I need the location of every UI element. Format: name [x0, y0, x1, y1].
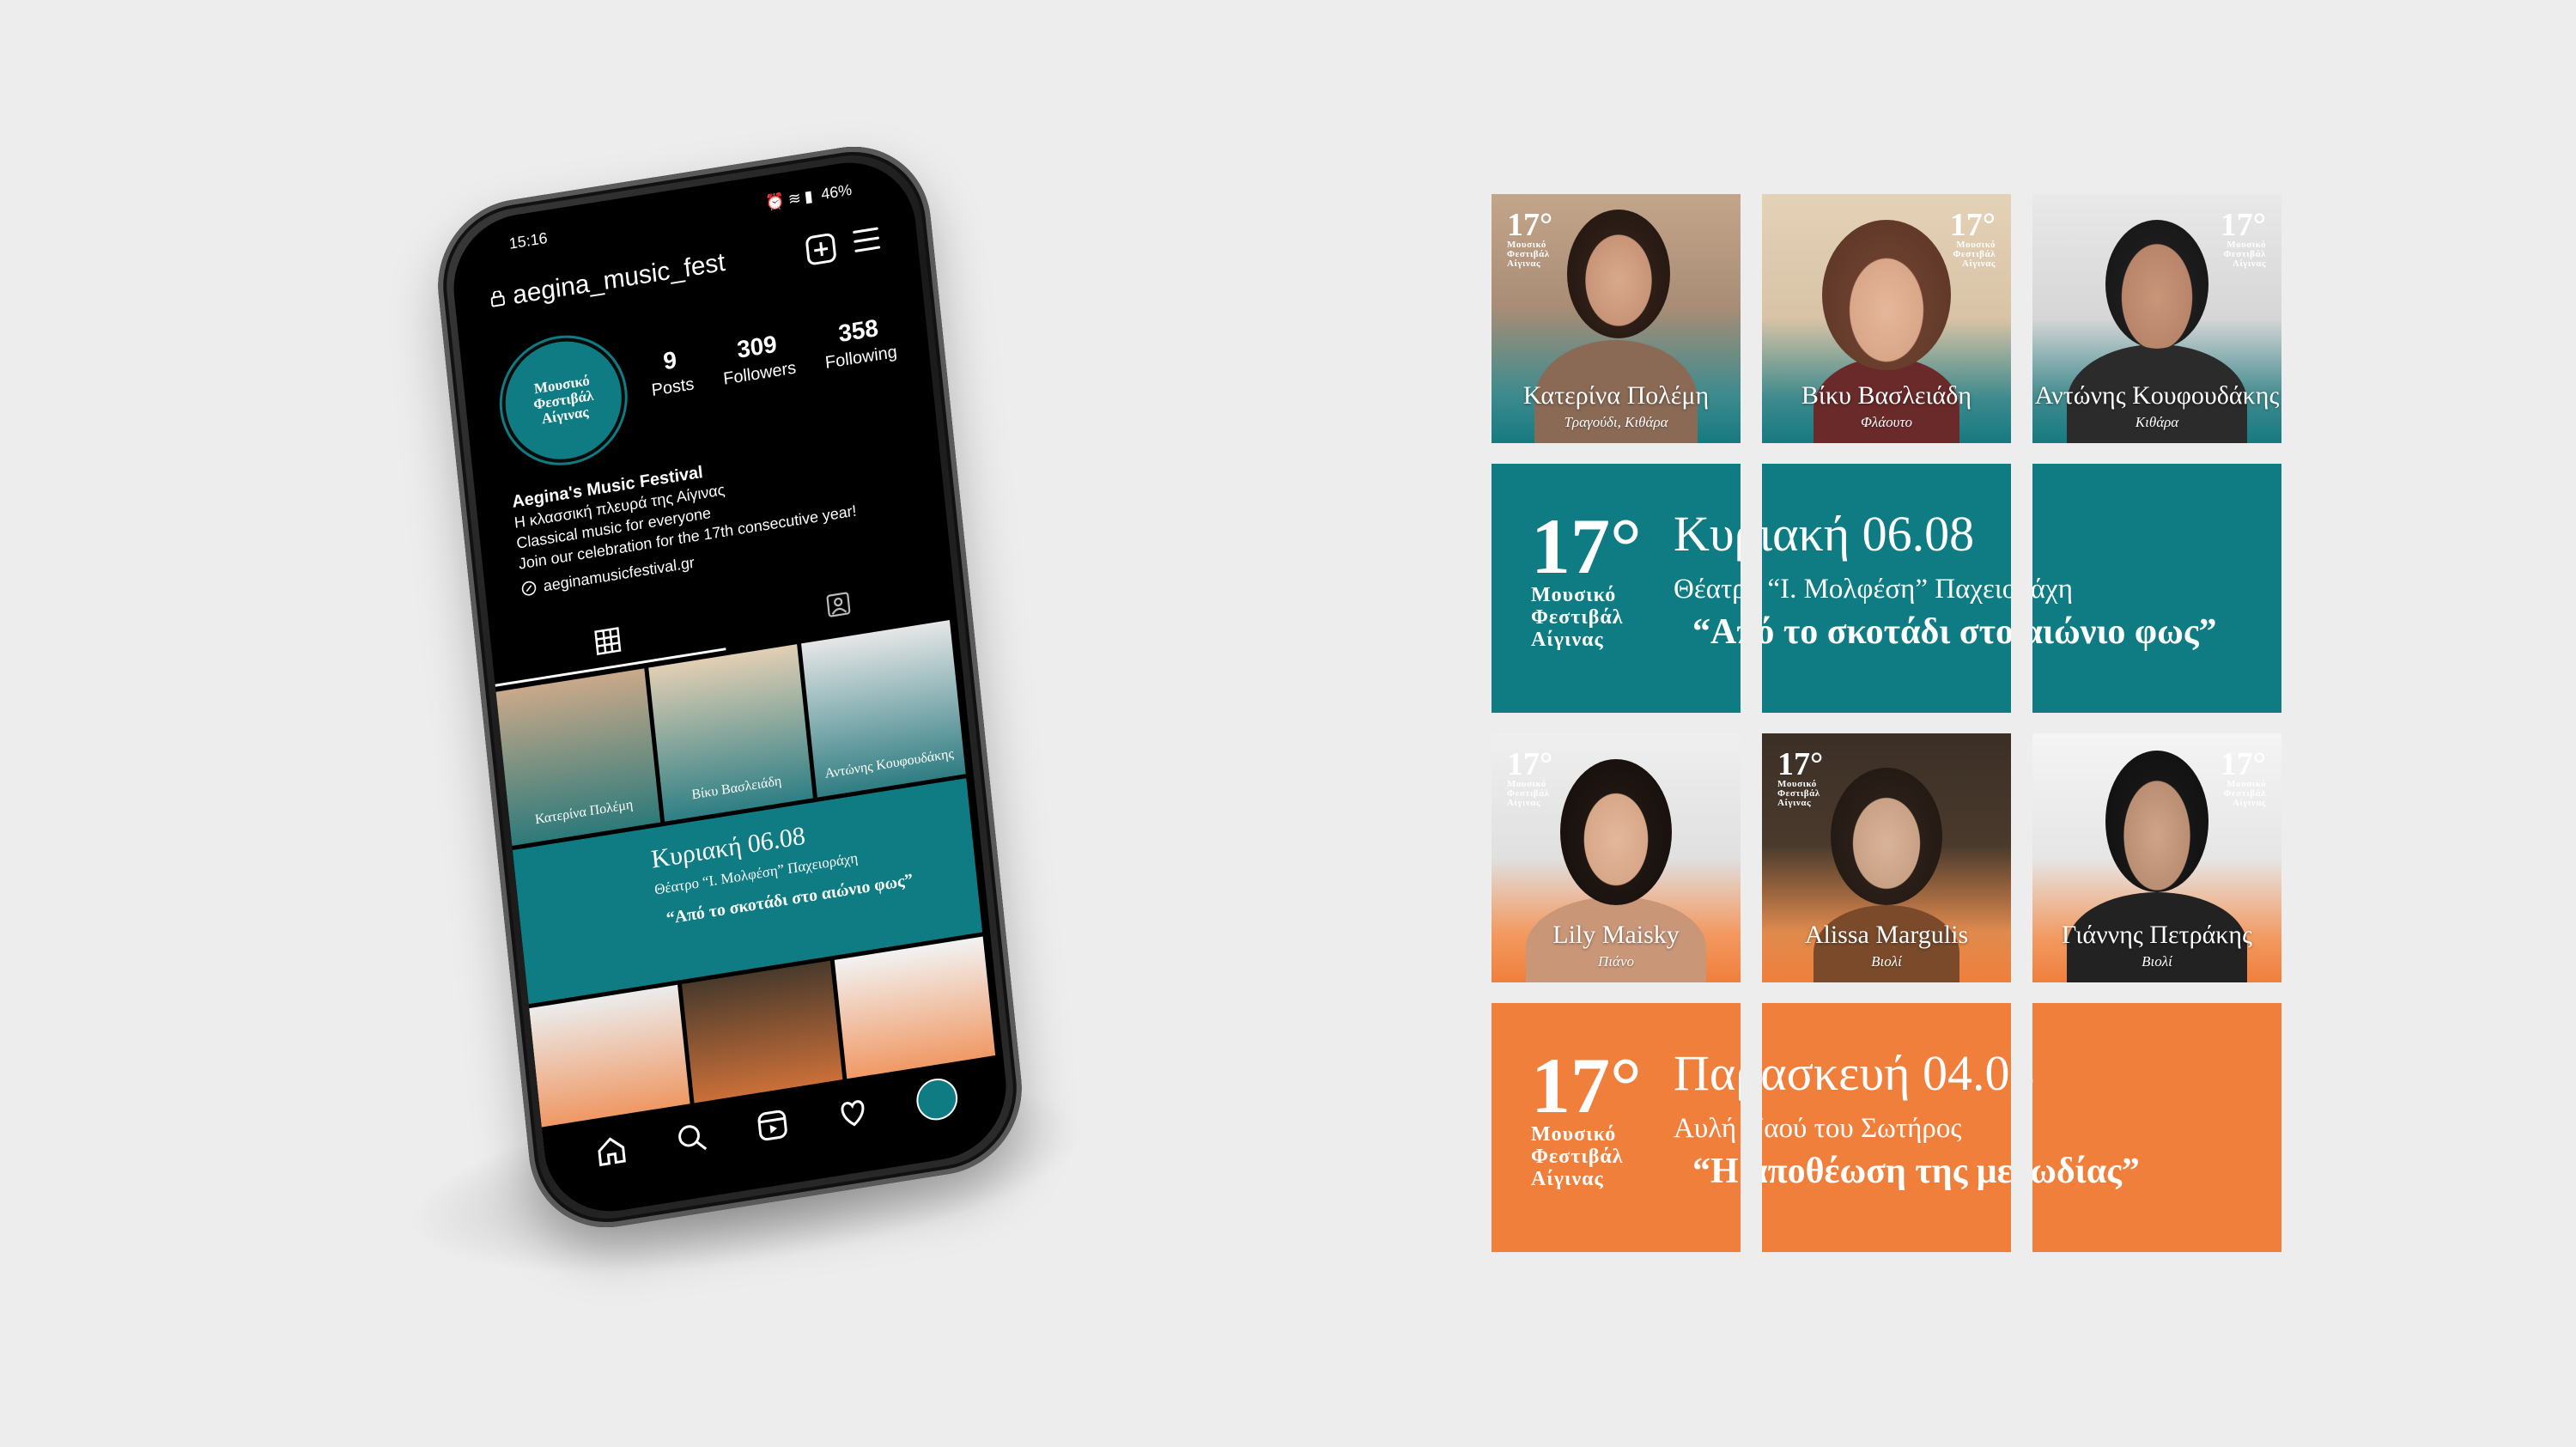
post-tile[interactable]: Αντώνης Κουφουδάκης	[801, 620, 966, 798]
festival-logo: 17° Μουσικό Φεστιβάλ Αίγινας	[1531, 1042, 1642, 1190]
lock-icon	[490, 289, 506, 307]
artist-name: Alissa Margulis	[1804, 921, 1969, 949]
festival-logo: 17° Μουσικό Φεστιβάλ Αίγινας	[2220, 207, 2266, 269]
avatar-logo-text: Μουσικό Φεστιβάλ Αίγινας	[532, 372, 595, 428]
artist-name: Lily Maisky	[1552, 921, 1680, 949]
menu-icon[interactable]	[853, 227, 881, 253]
wifi-icon: ≋	[787, 188, 805, 209]
post-caption: Βίκυ Βασλειάδη	[690, 773, 782, 803]
search-icon[interactable]	[673, 1118, 711, 1158]
profile-stats: 9 Posts 309 Followers 358 Following	[633, 309, 913, 403]
festival-logo: 17° Μουσικό Φεστιβάλ Αίγινας	[2220, 746, 2266, 808]
artist-role: Πιάνο	[1598, 953, 1634, 970]
event-date: Παρασκευή 04.08	[1674, 1045, 2035, 1101]
post-tile[interactable]: Βίκυ Βασλειάδη	[648, 644, 813, 822]
status-icons: ⏰≋▮ 46%	[765, 181, 853, 213]
festival-logo: 17° Μουσικό Φεστιβάλ Αίγινας	[1507, 207, 1553, 269]
artist-role: Βιολί	[1871, 953, 1902, 970]
scene: 15:16 ⏰≋▮ 46% aegina_music_fest Μουσικό …	[0, 0, 2576, 1447]
posts-label: Posts	[650, 374, 696, 400]
artist-tile[interactable]: 17° Μουσικό Φεστιβάλ Αίγινας Κατερίνα Πο…	[1492, 194, 1741, 443]
event-banner-teal[interactable]: 17° Μουσικό Φεστιβάλ Αίγινας Κυριακή 06.…	[1492, 464, 2281, 713]
post-caption: Αντώνης Κουφουδάκης	[823, 746, 955, 781]
artist-role: Βιολί	[2142, 953, 2172, 970]
grid-icon	[594, 627, 622, 656]
heart-icon[interactable]	[835, 1093, 872, 1133]
artist-name: Γιάννης Πετράκης	[2062, 921, 2252, 949]
event-venue: Αυλή Ναού του Σωτήρος	[1674, 1113, 1962, 1144]
festival-logo: 17° Μουσικό Φεστιβάλ Αίγινας	[1507, 746, 1553, 808]
link-icon	[521, 581, 537, 596]
profile-avatar[interactable]: Μουσικό Φεστιβάλ Αίγινας	[495, 329, 631, 472]
event-banner-orange[interactable]: 17° Μουσικό Φεστιβάλ Αίγινας Παρασκευή 0…	[1492, 1003, 2281, 1252]
festival-logo: 17° Μουσικό Φεστιβάλ Αίγινας	[1531, 502, 1642, 651]
battery-level: 46%	[820, 180, 853, 204]
status-time: 15:16	[507, 228, 549, 252]
post-caption: Κατερίνα Πολέμη	[534, 797, 634, 828]
artist-role: Φλάουτο	[1860, 414, 1913, 430]
artist-tile[interactable]: 17° Μουσικό Φεστιβάλ Αίγινας Alissa Marg…	[1762, 733, 2011, 982]
tagged-icon	[826, 592, 851, 617]
artist-tile[interactable]: 17° Μουσικό Φεστιβάλ Αίγινας Βίκυ Βασλει…	[1762, 194, 2011, 443]
festival-logo: 17° Μουσικό Φεστιβάλ Αίγινας	[1949, 207, 1996, 269]
artist-name: Αντώνης Κουφουδάκης	[2034, 381, 2280, 410]
artist-name: Βίκυ Βασλειάδη	[1801, 381, 1972, 410]
home-icon[interactable]	[592, 1131, 630, 1170]
post-tile[interactable]: Κατερίνα Πολέμη	[495, 668, 661, 846]
posts-stat[interactable]: 9 Posts	[647, 344, 696, 401]
artist-tile[interactable]: 17° Μουσικό Φεστιβάλ Αίγινας Γιάννης Πετ…	[2032, 733, 2281, 982]
event-title: “Από το σκοτάδι στο αιώνιο φως”	[1692, 612, 2217, 652]
post-tiles-grid: 17° Μουσικό Φεστιβάλ Αίγινας Κατερίνα Πο…	[1492, 194, 2281, 1252]
profile-nav-avatar[interactable]	[914, 1075, 960, 1123]
followers-stat[interactable]: 309 Followers	[720, 328, 798, 390]
new-post-icon[interactable]	[805, 232, 837, 266]
artist-tile[interactable]: 17° Μουσικό Φεστιβάλ Αίγινας Αντώνης Κου…	[2032, 194, 2281, 443]
reels-icon[interactable]	[754, 1105, 792, 1145]
artist-role: Κιθάρα	[2135, 414, 2179, 430]
festival-logo: 17° Μουσικό Φεστιβάλ Αίγινας	[1777, 746, 1824, 808]
profile-username[interactable]: aegina_music_fest	[512, 248, 727, 311]
event-date: Κυριακή 06.08	[1674, 506, 1975, 562]
artist-name: Κατερίνα Πολέμη	[1522, 381, 1710, 410]
posts-count: 9	[661, 346, 678, 375]
phone-mockup: 15:16 ⏰≋▮ 46% aegina_music_fest Μουσικό …	[429, 135, 1030, 1239]
artist-role: Τραγούδι, Κιθάρα	[1564, 414, 1668, 430]
following-stat[interactable]: 358 Following	[821, 312, 898, 374]
signal-icon: ▮	[803, 186, 817, 206]
alarm-icon: ⏰	[764, 191, 789, 212]
artist-tile[interactable]: 17° Μουσικό Φεστιβάλ Αίγινας Lily Maisky…	[1492, 733, 1741, 982]
